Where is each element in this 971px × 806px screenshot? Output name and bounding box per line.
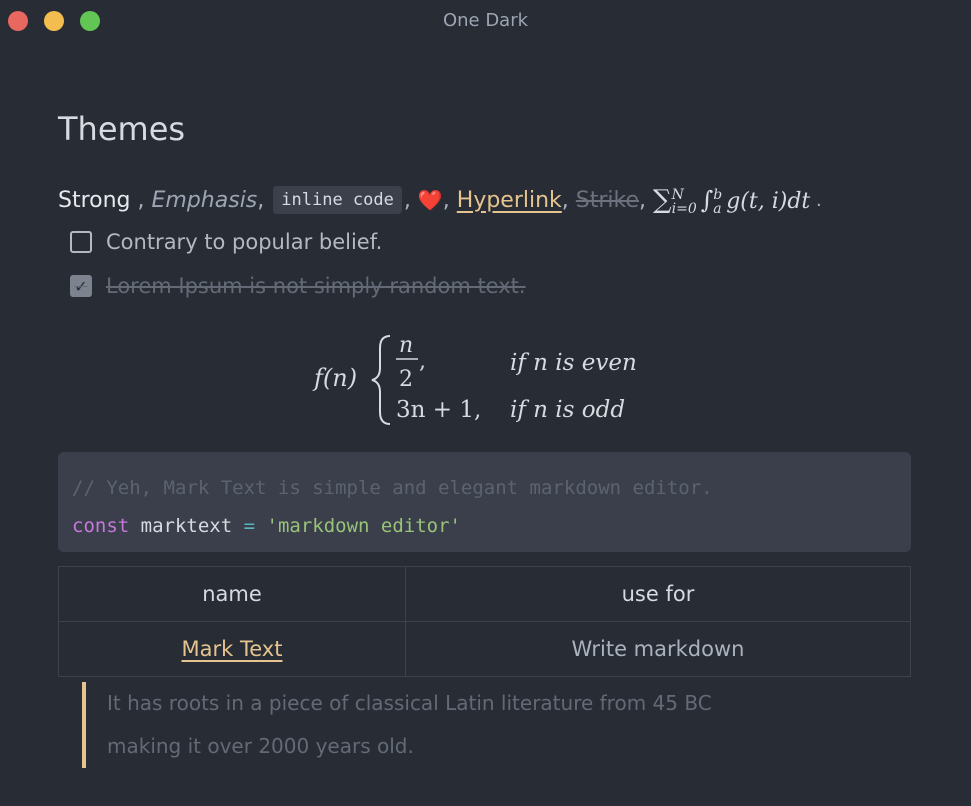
- blockquote[interactable]: It has roots in a piece of classical Lat…: [82, 682, 712, 768]
- display-math-formula[interactable]: f(n) n 2 , if n is even 3n + 1, if n is …: [310, 328, 670, 432]
- code-identifier: marktext: [140, 515, 233, 537]
- case-2-expression: 3n + 1,: [396, 397, 481, 423]
- integrand: g(t, i)dt: [726, 188, 811, 214]
- table-header-row: name use for: [58, 566, 911, 622]
- window-title: One Dark: [442, 10, 529, 31]
- table-row: Mark Text Write markdown: [58, 621, 911, 677]
- sum-symbol: ∑: [653, 184, 672, 215]
- strong-text: Strong: [58, 187, 131, 213]
- hyperlink[interactable]: Hyperlink: [457, 188, 562, 213]
- markdown-table[interactable]: name use for Mark Text Write markdown: [58, 566, 911, 677]
- code-string: 'markdown editor': [266, 515, 461, 537]
- table-header-cell[interactable]: use for: [405, 566, 911, 622]
- checkmark-icon: ✓: [74, 276, 88, 296]
- table-header-cell[interactable]: name: [58, 566, 406, 622]
- task-checkbox[interactable]: [70, 231, 92, 253]
- code-operator: =: [243, 515, 256, 537]
- inline-code: inline code: [273, 186, 402, 214]
- table-cell[interactable]: Mark Text: [58, 621, 406, 677]
- case-comma: ,: [419, 349, 426, 374]
- heading-themes[interactable]: Themes: [58, 110, 185, 148]
- separator: ,: [130, 187, 152, 213]
- strike-text: Strike: [575, 187, 640, 213]
- integral-lower-limit: a: [713, 200, 722, 217]
- sum-upper-limit: N: [671, 186, 684, 203]
- table-cell-link[interactable]: Mark Text: [182, 637, 283, 661]
- code-keyword: const: [72, 515, 130, 537]
- inline-formatting-paragraph[interactable]: Strong , Emphasis , inline code , ❤️ , H…: [58, 180, 822, 220]
- separator: ,: [403, 187, 418, 213]
- separator: ,: [561, 187, 576, 213]
- blockquote-line: It has roots in a piece of classical Lat…: [107, 691, 712, 715]
- inline-math[interactable]: ∑ N i=0 ∫ b a g(t, i)dt: [653, 185, 810, 216]
- code-comment: // Yeh, Mark Text is simple and elegant …: [72, 477, 713, 499]
- case-1-condition: if n is even: [510, 350, 637, 376]
- separator: ,: [639, 187, 654, 213]
- sum-lower-limit: i=0: [671, 200, 697, 217]
- left-brace: [371, 335, 391, 425]
- emphasis-text: Emphasis: [151, 187, 258, 213]
- code-line: const marktext = 'markdown editor': [72, 507, 897, 545]
- fraction-denominator: 2: [399, 367, 413, 392]
- task-item-completed: ✓ Lorem Ipsum is not simply random text.: [70, 274, 526, 298]
- integral-upper-limit: b: [713, 186, 723, 203]
- task-label[interactable]: Contrary to popular belief.: [106, 230, 382, 254]
- case-2-condition: if n is odd: [510, 397, 625, 423]
- fraction-numerator: n: [399, 333, 413, 358]
- table-cell[interactable]: Write markdown: [405, 621, 911, 677]
- integral-symbol: ∫: [700, 185, 714, 214]
- task-checkbox-checked[interactable]: ✓: [70, 275, 92, 297]
- paragraph-end: .: [810, 189, 822, 211]
- title-bar: One Dark: [0, 0, 971, 42]
- task-label[interactable]: Lorem Ipsum is not simply random text.: [106, 274, 526, 298]
- blockquote-line: making it over 2000 years old.: [107, 734, 414, 758]
- separator: ,: [257, 187, 272, 213]
- formula-lhs: f(n): [312, 364, 357, 392]
- code-block[interactable]: // Yeh, Mark Text is simple and elegant …: [58, 452, 911, 552]
- separator: ,: [442, 187, 457, 213]
- heart-emoji-icon: ❤️: [417, 188, 443, 212]
- task-item: Contrary to popular belief.: [70, 230, 382, 254]
